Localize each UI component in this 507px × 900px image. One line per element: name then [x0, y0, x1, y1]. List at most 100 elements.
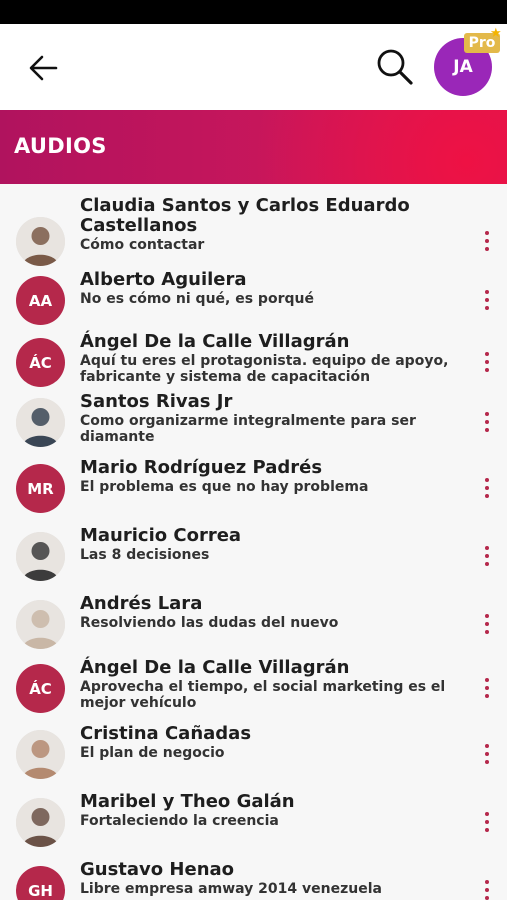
audio-title: Resolviendo las dudas del nuevo — [80, 615, 339, 631]
audio-title: Aprovecha el tiempo, el social marketing… — [80, 679, 446, 711]
audio-text: Mario Rodríguez Padrés El problema es que… — [80, 457, 460, 496]
audio-speaker: Gustavo Henao — [80, 859, 235, 880]
more-dot — [485, 247, 489, 251]
more-options-icon[interactable] — [476, 877, 498, 900]
user-initials: JA — [453, 57, 473, 77]
audio-title: No es cómo ni qué, es porqué — [80, 291, 314, 307]
audio-speaker: Ángel De la Calle Villagrán — [80, 331, 350, 352]
more-dot — [485, 562, 489, 566]
more-dot — [485, 420, 489, 424]
more-dot — [485, 694, 489, 698]
speaker-initials: AA — [28, 291, 53, 310]
arrow-left-icon — [29, 55, 58, 81]
more-dot — [485, 686, 489, 690]
more-dot — [485, 290, 489, 294]
speaker-avatar: GH — [16, 866, 65, 900]
more-dot — [485, 622, 489, 626]
section-title: AUDIOS — [14, 134, 107, 158]
more-options-icon[interactable] — [476, 675, 498, 701]
person-photo-icon — [16, 600, 65, 649]
more-dot — [485, 298, 489, 302]
audio-speaker: Santos Rivas Jr — [80, 391, 233, 412]
more-options-icon[interactable] — [476, 287, 498, 313]
section-header: AUDIOS — [0, 110, 507, 184]
speaker-initials: ÁC — [29, 679, 52, 698]
audio-title: Fortaleciendo la creencia — [80, 813, 279, 829]
more-dot — [485, 412, 489, 416]
audio-text: Andrés Lara Resolviendo las dudas del nue… — [80, 593, 460, 632]
more-dot — [485, 306, 489, 310]
audio-list[interactable]: Claudia Santos y Carlos Eduardo Castella… — [0, 184, 507, 900]
audio-title: Aquí tu eres el protagonista. equipo de … — [80, 353, 449, 385]
more-dot — [485, 486, 489, 490]
star-icon: ★ — [490, 26, 502, 41]
more-dot — [485, 678, 489, 682]
search-icon — [377, 49, 413, 85]
more-dot — [485, 368, 489, 372]
speaker-avatar: MR — [16, 464, 65, 513]
speaker-avatar: ÁC — [16, 338, 65, 387]
status-bar — [0, 0, 507, 24]
speaker-avatar — [16, 798, 65, 847]
more-dot — [485, 614, 489, 618]
audio-speaker: Alberto Aguilera — [80, 269, 247, 290]
audio-speaker: Andrés Lara — [80, 593, 203, 614]
audio-text: Ángel De la Calle Villagrán Aquí tu eres … — [80, 331, 460, 386]
audio-text: Gustavo Henao Libre empresa amway 2014 ve… — [80, 859, 460, 898]
more-dot — [485, 630, 489, 634]
audio-speaker: Maribel y Theo Galán — [80, 791, 295, 812]
back-button[interactable] — [26, 54, 66, 82]
audio-text: Mauricio Correa Las 8 decisiones — [80, 525, 460, 564]
speaker-avatar — [16, 398, 65, 447]
audio-speaker: Mauricio Correa — [80, 525, 242, 546]
more-dot — [485, 494, 489, 498]
speaker-initials: GH — [28, 881, 53, 900]
more-options-icon[interactable] — [476, 228, 498, 254]
audio-speaker: Ángel De la Calle Villagrán — [80, 657, 350, 678]
audio-speaker: Claudia Santos y Carlos Eduardo Castella… — [80, 195, 410, 236]
person-photo-icon — [16, 532, 65, 581]
more-dot — [485, 820, 489, 824]
audio-speaker: Mario Rodríguez Padrés — [80, 457, 323, 478]
speaker-initials: MR — [27, 479, 54, 498]
more-dot — [485, 896, 489, 900]
audio-text: Santos Rivas Jr Como organizarme integral… — [80, 391, 460, 446]
person-photo-icon — [16, 398, 65, 447]
more-options-icon[interactable] — [476, 349, 498, 375]
more-dot — [485, 352, 489, 356]
audio-title: Como organizarme integralmente para ser … — [80, 413, 416, 445]
audio-text: Alberto Aguilera No es cómo ni qué, es po… — [80, 269, 460, 308]
audio-title: El plan de negocio — [80, 745, 225, 761]
more-dot — [485, 546, 489, 550]
search-button[interactable] — [374, 46, 416, 88]
more-dot — [485, 744, 489, 748]
audio-title: Cómo contactar — [80, 237, 205, 253]
more-dot — [485, 828, 489, 832]
more-options-icon[interactable] — [476, 741, 498, 767]
more-options-icon[interactable] — [476, 809, 498, 835]
more-dot — [485, 231, 489, 235]
audio-title: Las 8 decisiones — [80, 547, 210, 563]
speaker-avatar: ÁC — [16, 664, 65, 713]
speaker-avatar — [16, 600, 65, 649]
speaker-avatar — [16, 217, 65, 266]
app-bar: JA Pro ★ — [0, 24, 507, 110]
more-dot — [485, 812, 489, 816]
more-dot — [485, 428, 489, 432]
speaker-avatar — [16, 730, 65, 779]
audio-text: Maribel y Theo Galán Fortaleciendo la cre… — [80, 791, 460, 830]
person-photo-icon — [16, 730, 65, 779]
audio-title: El problema es que no hay problema — [80, 479, 369, 495]
more-dot — [485, 239, 489, 243]
more-options-icon[interactable] — [476, 409, 498, 435]
speaker-avatar — [16, 532, 65, 581]
more-options-icon[interactable] — [476, 611, 498, 637]
speaker-initials: ÁC — [29, 353, 52, 372]
more-options-icon[interactable] — [476, 543, 498, 569]
audio-text: Cristina Cañadas El plan de negocio — [80, 724, 460, 762]
more-dot — [485, 888, 489, 892]
more-dot — [485, 554, 489, 558]
person-photo-icon — [16, 798, 65, 847]
more-dot — [485, 752, 489, 756]
more-options-icon[interactable] — [476, 475, 498, 501]
